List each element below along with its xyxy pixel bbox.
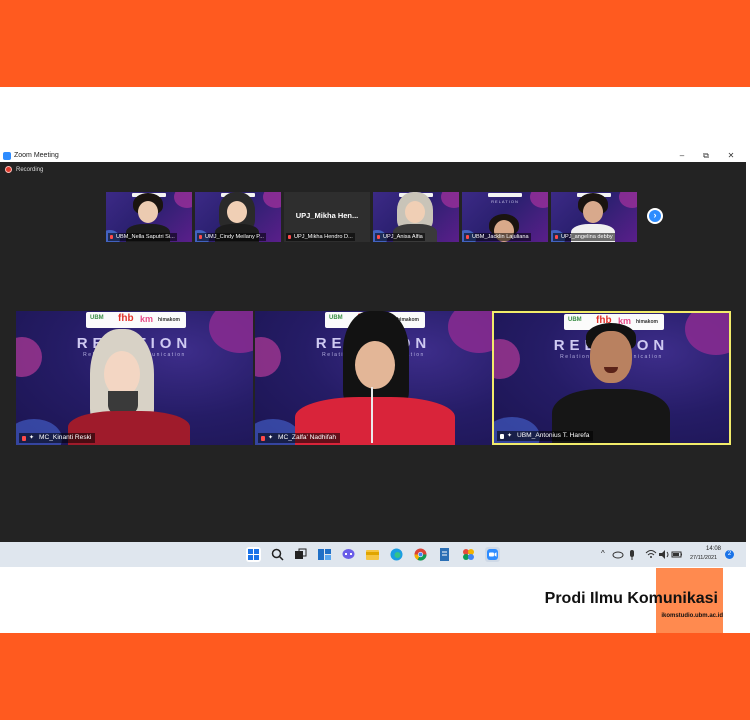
pin-icon: ✦	[507, 433, 513, 439]
bottom-orange-band	[0, 633, 750, 720]
chrome-icon[interactable]	[413, 547, 428, 562]
photos-icon[interactable]	[461, 547, 476, 562]
wifi-icon[interactable]	[645, 547, 657, 562]
participant-thumbnail[interactable]: RELATION UMJ_Cindy Meilany P...	[195, 192, 281, 242]
recording-indicator[interactable]: Recording	[5, 166, 43, 173]
task-view-icon[interactable]	[293, 547, 308, 562]
search-icon[interactable]	[270, 547, 285, 562]
widgets-icon[interactable]	[317, 547, 332, 562]
recording-label: Recording	[16, 166, 44, 173]
clock-date[interactable]: 27/11/2021	[690, 555, 717, 561]
participant-name: UPJ_angelina debby	[553, 233, 615, 241]
minimize-button[interactable]: –	[670, 149, 694, 162]
pin-icon: ✦	[29, 435, 35, 441]
chevron-up-icon[interactable]: ^	[601, 549, 605, 558]
muted-mic-icon	[377, 235, 380, 239]
participant-display-name: UPJ_Mikha Hen...	[295, 211, 359, 220]
window-titlebar: Zoom Meeting – ⧉ ✕	[0, 149, 746, 162]
participant-name: ✦ MC_Zalfa' Nadhifah	[258, 433, 341, 443]
muted-mic-icon	[261, 436, 265, 441]
windows-taskbar: ^ 14:08 27/11/2021 2	[0, 542, 746, 567]
edge-icon[interactable]	[389, 547, 404, 562]
notepad-icon[interactable]	[437, 547, 452, 562]
muted-mic-icon	[288, 235, 291, 239]
mic-icon	[500, 434, 504, 439]
participant-name: ✦ UBM_Antonius T. Harefa	[497, 431, 594, 441]
participant-thumbnail[interactable]: RELATION UPJ_angelina debby	[551, 192, 637, 242]
zoom-taskbar-icon[interactable]	[485, 547, 500, 562]
restore-button[interactable]: ⧉	[694, 149, 718, 162]
participant-name: UPJ_Mikha Hendro D...	[286, 233, 355, 241]
participant-name: UPJ_Anisa Alfia	[375, 233, 425, 241]
muted-mic-icon	[466, 235, 469, 239]
muted-mic-icon	[199, 235, 202, 239]
video-tile[interactable]: UBMfhbkmhimakom RELATION Relationship Co…	[16, 311, 253, 445]
sponsor-logos: UBMfhbkmhimakom	[86, 312, 186, 328]
active-speaker-tile[interactable]: UBMfhbkmhimakom RELATION Relationship Co…	[492, 311, 731, 445]
windows-start-icon[interactable]	[246, 547, 261, 562]
next-page-button[interactable]: ›	[647, 208, 663, 224]
participant-name: UBM_Jacklin Lajuliana	[464, 233, 531, 241]
close-button[interactable]: ✕	[719, 149, 743, 162]
onedrive-icon[interactable]	[612, 547, 624, 562]
window-title: Zoom Meeting	[14, 152, 59, 159]
footer-title: Prodi Ilmu Komunikasi	[544, 590, 718, 607]
footer-website: ikomstudio.ubm.ac.id	[661, 613, 723, 619]
participant-thumbnail[interactable]: RELATION UBM_Jacklin Lajuliana	[462, 192, 548, 242]
chat-icon[interactable]	[341, 547, 356, 562]
participant-thumbnail[interactable]: RELATION UBM_Nella Saputri Si...	[106, 192, 192, 242]
notification-badge[interactable]: 2	[725, 550, 734, 559]
muted-mic-icon	[110, 235, 113, 239]
participant-name: UBM_Nella Saputri Si...	[108, 233, 177, 241]
zoom-app-icon	[3, 151, 11, 160]
clock-time[interactable]: 14:08	[706, 546, 721, 552]
muted-mic-icon	[22, 436, 26, 441]
participant-thumbnail[interactable]: RELATION UPJ_Anisa Alfia	[373, 192, 459, 242]
chevron-right-icon: ›	[649, 210, 661, 222]
participant-thumbnail[interactable]: UPJ_Mikha Hen... UPJ_Mikha Hendro D...	[284, 192, 370, 242]
pin-icon: ✦	[268, 435, 274, 441]
battery-icon[interactable]	[671, 547, 683, 562]
volume-icon[interactable]	[658, 547, 670, 562]
participant-name: UMJ_Cindy Meilany P...	[197, 233, 266, 241]
video-tile[interactable]: UBMfhbkmhimakom RELATION Relationship Co…	[255, 311, 492, 445]
top-orange-band	[0, 0, 750, 87]
file-explorer-icon[interactable]	[365, 547, 380, 562]
microphone-icon[interactable]	[627, 547, 637, 562]
participant-name: ✦ MC_Kinanti Reski	[19, 433, 96, 443]
muted-mic-icon	[555, 235, 558, 239]
recording-icon	[5, 166, 12, 173]
